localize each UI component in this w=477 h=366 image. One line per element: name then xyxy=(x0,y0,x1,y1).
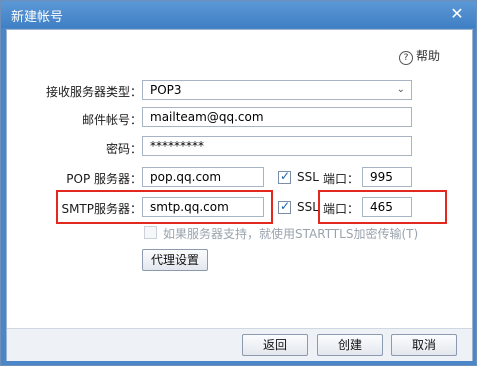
chevron-down-icon: ⌄ xyxy=(396,84,405,95)
create-button[interactable]: 创建 xyxy=(317,334,383,356)
dialog-title: 新建帐号 xyxy=(11,10,64,25)
incoming-type-label: 接收服务器类型： xyxy=(45,85,142,99)
pop-server-label: POP 服务器： xyxy=(66,172,142,186)
incoming-type-value: POP3 xyxy=(150,83,182,97)
dialog-body: ? 帮助 接收服务器类型： POP3 ⌄ 邮件帐号： mailteam@qq.co… xyxy=(6,29,473,361)
close-icon[interactable]: ✕ xyxy=(447,4,467,24)
new-account-dialog: 新建帐号 ✕ ? 帮助 接收服务器类型： POP3 ⌄ 邮件帐号： mailtea… xyxy=(0,0,477,366)
help-label: 帮助 xyxy=(415,49,440,63)
pop-server-input[interactable]: pop.qq.com xyxy=(142,167,264,187)
pop-port-label: 端口： xyxy=(323,172,360,186)
account-label: 邮件帐号： xyxy=(81,113,142,127)
help-link[interactable]: ? 帮助 xyxy=(398,47,440,65)
dialog-footer: 返回 创建 取消 xyxy=(7,328,472,361)
password-label: 密码： xyxy=(105,142,142,156)
password-input[interactable]: ********* xyxy=(142,136,412,156)
starttls-checkbox[interactable] xyxy=(144,226,157,239)
cancel-button[interactable]: 取消 xyxy=(391,334,457,356)
smtp-port-highlight xyxy=(318,190,447,224)
account-input[interactable]: mailteam@qq.com xyxy=(142,107,412,127)
incoming-type-select[interactable]: POP3 ⌄ xyxy=(142,80,412,100)
smtp-ssl-checkbox[interactable] xyxy=(278,199,291,214)
smtp-ssl-label: SSL xyxy=(297,200,319,214)
back-button[interactable]: 返回 xyxy=(242,334,308,356)
pop-port-input[interactable]: 995 xyxy=(362,167,412,187)
pop-ssl-label: SSL xyxy=(297,170,319,184)
help-icon: ? xyxy=(398,51,413,65)
proxy-settings-button[interactable]: 代理设置 xyxy=(142,249,208,271)
starttls-label: 如果服务器支持，就使用STARTTLS加密传输(T) xyxy=(163,227,419,241)
pop-ssl-checkbox[interactable] xyxy=(278,169,291,184)
smtp-server-highlight xyxy=(56,190,273,224)
title-bar[interactable]: 新建帐号 ✕ xyxy=(1,1,476,28)
